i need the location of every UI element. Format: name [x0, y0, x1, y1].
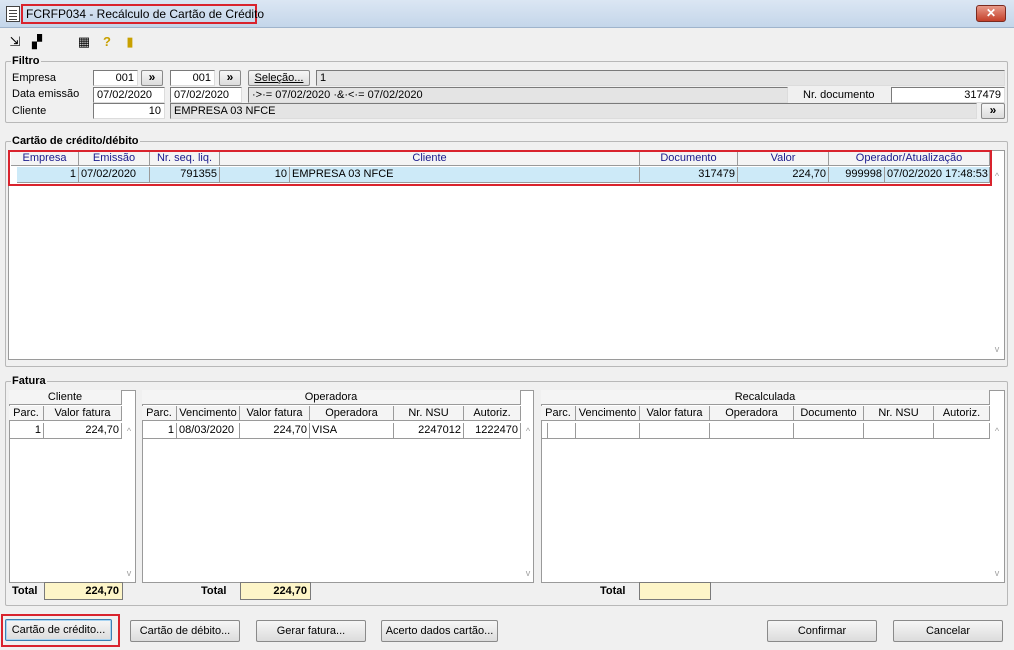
- acerto-dados-cartao-button[interactable]: Acerto dados cartão...: [381, 620, 498, 642]
- gerar-fatura-button[interactable]: Gerar fatura...: [256, 620, 366, 642]
- col-rec-nsu[interactable]: Nr. NSU: [864, 406, 934, 421]
- rec-nsu-cell[interactable]: [864, 423, 934, 439]
- window-title: FCRFP034 - Recálculo de Cartão de Crédit…: [21, 4, 264, 24]
- filtro-title: Filtro: [11, 55, 41, 68]
- op-autoriz-cell[interactable]: 1222470: [464, 423, 521, 439]
- cartao-title: Cartão de crédito/débito: [11, 135, 140, 148]
- fatura-cliente-header: Cliente: [9, 390, 122, 405]
- rec-indicator-cell: [541, 423, 548, 439]
- selecao-value-field: 1: [316, 70, 1005, 86]
- col-rec-documento[interactable]: Documento: [794, 406, 864, 421]
- fatura-operadora-header: Operadora: [142, 390, 521, 405]
- nr-documento-field[interactable]: 317479: [891, 87, 1005, 103]
- col-op-operadora[interactable]: Operadora: [310, 406, 394, 421]
- op-parc-cell[interactable]: 1: [142, 423, 177, 439]
- recalculada-total-value: [639, 582, 711, 600]
- col-cliente-parc[interactable]: Parc.: [9, 406, 44, 421]
- cliente-name-field: EMPRESA 03 NFCE: [170, 103, 977, 119]
- cliente-code-field[interactable]: 10: [93, 103, 165, 119]
- data-emissao-label: Data emissão: [12, 88, 80, 100]
- col-op-vencimento[interactable]: Vencimento: [177, 406, 240, 421]
- op-operadora-cell[interactable]: VISA: [310, 423, 394, 439]
- operadora-total-label: Total: [201, 585, 227, 597]
- scroll-down-icon[interactable]: v: [990, 344, 1004, 354]
- nr-documento-label: Nr. documento: [803, 89, 875, 101]
- col-rec-valor[interactable]: Valor fatura: [640, 406, 710, 421]
- empresa-label: Empresa: [12, 72, 57, 84]
- op-valor-cell[interactable]: 224,70: [240, 423, 310, 439]
- rec-valor-cell[interactable]: [640, 423, 710, 439]
- exit-door-icon[interactable]: ▮: [122, 34, 138, 50]
- cliente-scroll-down-icon[interactable]: v: [122, 568, 136, 578]
- empresa-to-more-button[interactable]: »: [219, 70, 241, 86]
- selecao-button[interactable]: Seleção...: [248, 70, 310, 86]
- data-emissao-from-field[interactable]: 07/02/2020: [93, 87, 165, 103]
- rec-documento-cell[interactable]: [794, 423, 864, 439]
- close-button[interactable]: ✕: [976, 5, 1006, 22]
- col-op-valor[interactable]: Valor fatura: [240, 406, 310, 421]
- data-emissao-to-field[interactable]: 07/02/2020: [170, 87, 242, 103]
- col-op-nsu[interactable]: Nr. NSU: [394, 406, 464, 421]
- scroll-up-icon[interactable]: ^: [990, 171, 1004, 181]
- cliente-total-value: 224,70: [44, 582, 123, 600]
- op-nsu-cell[interactable]: 2247012: [394, 423, 464, 439]
- cartao-credito-button[interactable]: Cartão de crédito...: [5, 619, 112, 641]
- operadora-scroll-down-icon[interactable]: v: [521, 568, 535, 578]
- fatura-recalculada-header: Recalculada: [541, 390, 990, 405]
- copy-icon[interactable]: ▞: [29, 34, 45, 50]
- cancelar-button[interactable]: Cancelar: [893, 620, 1003, 642]
- col-rec-operadora[interactable]: Operadora: [710, 406, 794, 421]
- rec-vencimento-cell[interactable]: [576, 423, 640, 439]
- recalculada-scroll-down-icon[interactable]: v: [990, 568, 1004, 578]
- op-vencimento-cell[interactable]: 08/03/2020: [177, 423, 240, 439]
- recalculada-scroll-up-icon[interactable]: ^: [990, 426, 1004, 436]
- cartao-debito-button[interactable]: Cartão de débito...: [130, 620, 240, 642]
- cliente-scroll-up-icon[interactable]: ^: [122, 426, 136, 436]
- rec-operadora-cell[interactable]: [710, 423, 794, 439]
- col-op-autoriz[interactable]: Autoriz.: [464, 406, 521, 421]
- cliente-parc-cell[interactable]: 1: [9, 423, 44, 439]
- empresa-from-field[interactable]: 001: [93, 70, 138, 86]
- col-cliente-valor[interactable]: Valor fatura: [44, 406, 122, 421]
- calendar-icon[interactable]: ▦: [76, 34, 92, 50]
- col-rec-parc[interactable]: Parc.: [541, 406, 576, 421]
- fatura-title: Fatura: [11, 375, 47, 388]
- cliente-valor-cell[interactable]: 224,70: [44, 423, 122, 439]
- data-expression-field: ·>·= 07/02/2020 ·&·<·= 07/02/2020: [248, 87, 788, 103]
- document-icon: [6, 6, 20, 22]
- cliente-label: Cliente: [12, 105, 47, 117]
- cliente-more-button[interactable]: »: [981, 103, 1005, 119]
- confirmar-button[interactable]: Confirmar: [767, 620, 877, 642]
- highlight-frame: [8, 150, 992, 186]
- empresa-from-more-button[interactable]: »: [141, 70, 163, 86]
- col-rec-vencimento[interactable]: Vencimento: [576, 406, 640, 421]
- recalculada-total-label: Total: [600, 585, 626, 597]
- rec-autoriz-cell[interactable]: [934, 423, 990, 439]
- empresa-to-field[interactable]: 001: [170, 70, 215, 86]
- col-op-parc[interactable]: Parc.: [142, 406, 177, 421]
- operadora-total-value: 224,70: [240, 582, 311, 600]
- operadora-scroll-up-icon[interactable]: ^: [521, 426, 535, 436]
- rec-parc-cell[interactable]: [548, 423, 576, 439]
- arrow-icon[interactable]: ⇲: [7, 34, 23, 50]
- help-icon[interactable]: ?: [99, 34, 115, 50]
- col-rec-autoriz[interactable]: Autoriz.: [934, 406, 990, 421]
- cliente-total-label: Total: [12, 585, 38, 597]
